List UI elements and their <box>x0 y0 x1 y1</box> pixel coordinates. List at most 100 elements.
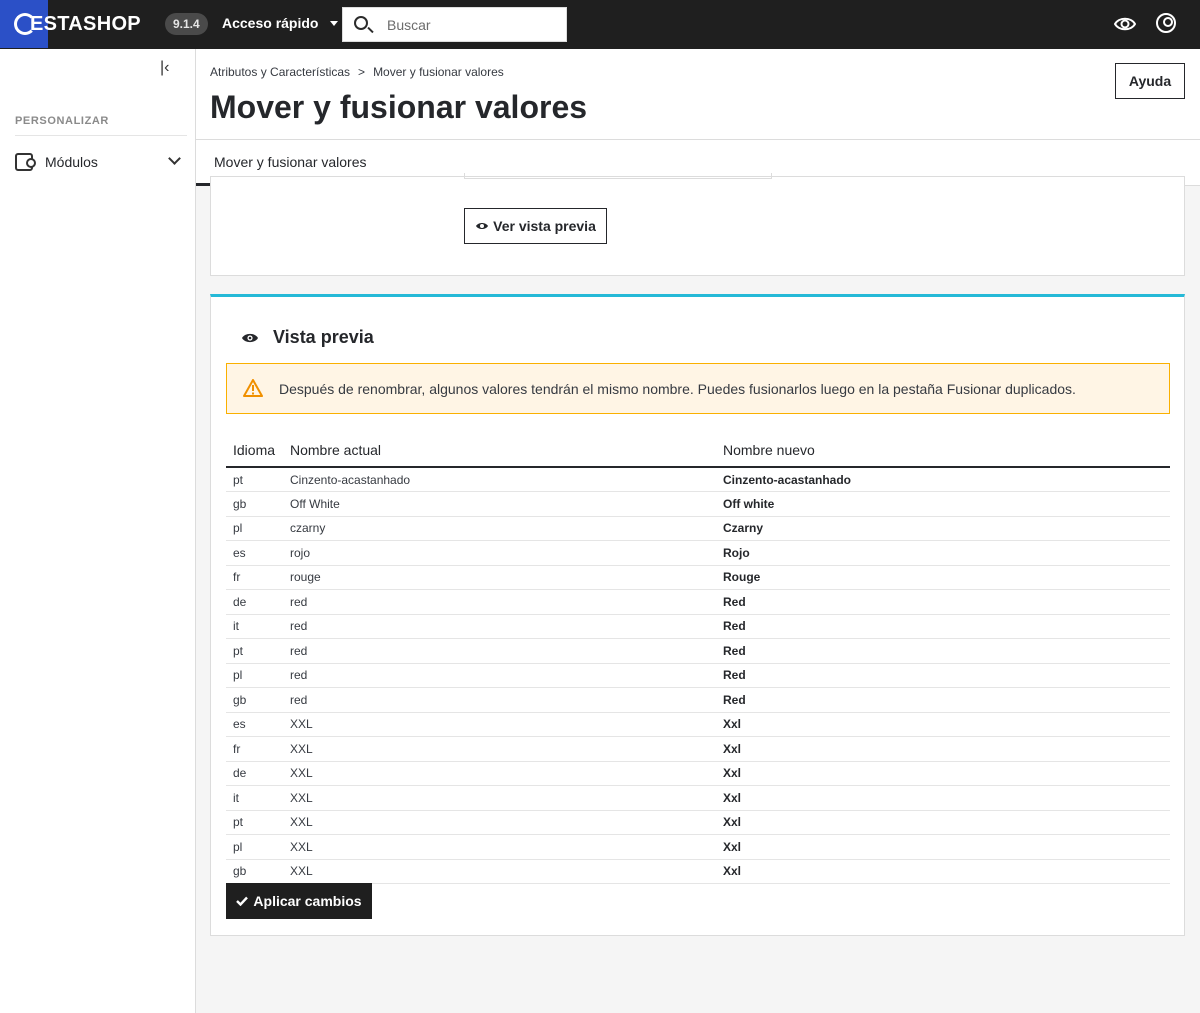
preview-button-label: Ver vista previa <box>493 218 596 234</box>
check-icon <box>236 896 249 906</box>
breadcrumb: Atributos y Características > Mover y fu… <box>210 65 504 79</box>
cell-language: gb <box>226 687 283 713</box>
cell-language: pl <box>226 834 283 860</box>
preview-card: Vista previa Después de renombrar, algun… <box>210 294 1185 936</box>
sidebar-item-modules[interactable]: Módulos <box>15 150 185 174</box>
table-body: pt Cinzento-acastanhado Cinzento-acastanha… <box>226 467 1170 884</box>
cell-new-name: Off white <box>716 491 1170 517</box>
cell-current-name: red <box>283 638 716 664</box>
cell-language: de <box>226 761 283 786</box>
sidebar-divider <box>15 135 187 136</box>
sidebar-item-label: Módulos <box>45 154 98 170</box>
cell-current-name: red <box>283 589 716 615</box>
user-account-icon[interactable] <box>1156 13 1176 33</box>
cell-new-name: Xxl <box>716 810 1170 835</box>
cell-current-name: XXL <box>283 712 716 737</box>
cell-current-name: Off White <box>283 491 716 517</box>
table-row: es rojo Rojo <box>226 540 1170 566</box>
version-badge: 9.1.4 <box>165 13 208 35</box>
breadcrumb-link[interactable]: Atributos y Características <box>210 65 350 79</box>
cell-current-name: red <box>283 663 716 688</box>
eye-icon <box>476 223 489 229</box>
chevron-down-icon <box>168 152 181 165</box>
table-row: fr rouge Rouge <box>226 565 1170 590</box>
cell-language: fr <box>226 565 283 590</box>
cell-current-name: Cinzento-acastanhado <box>283 467 716 492</box>
cell-language: gb <box>226 491 283 517</box>
quick-access-button[interactable]: Acceso rápido <box>222 15 339 31</box>
page-header: Atributos y Características > Mover y fu… <box>196 49 1200 140</box>
cell-new-name: Cinzento-acastanhado <box>716 467 1170 492</box>
cell-new-name: Red <box>716 589 1170 615</box>
column-header-new-name: Nombre nuevo <box>716 433 1170 468</box>
cell-new-name: Red <box>716 638 1170 664</box>
search-box[interactable] <box>342 7 567 42</box>
sidebar: |‹ PERSONALIZAR Módulos <box>0 49 196 1013</box>
cell-current-name: XXL <box>283 736 716 762</box>
cell-new-name: Red <box>716 663 1170 688</box>
cell-new-name: Xxl <box>716 736 1170 762</box>
cell-current-name: XXL <box>283 859 716 884</box>
cell-language: pt <box>226 638 283 664</box>
cell-current-name: XXL <box>283 785 716 811</box>
warning-icon <box>243 379 263 397</box>
eye-icon <box>242 333 258 342</box>
cell-new-name: Xxl <box>716 834 1170 860</box>
cell-current-name: rouge <box>283 565 716 590</box>
breadcrumb-separator: > <box>358 65 366 79</box>
column-header-current-name: Nombre actual <box>283 433 716 468</box>
cell-current-name: XXL <box>283 834 716 860</box>
cell-language: fr <box>226 736 283 762</box>
table-row: pl XXL Xxl <box>226 834 1170 860</box>
cell-language: es <box>226 712 283 737</box>
sidebar-section-title: PERSONALIZAR <box>15 115 109 127</box>
search-input[interactable] <box>387 14 557 36</box>
cell-language: pt <box>226 467 283 492</box>
cell-current-name: red <box>283 687 716 713</box>
eye-icon[interactable] <box>1114 15 1136 33</box>
cell-language: de <box>226 589 283 615</box>
table-row: pt XXL Xxl <box>226 810 1170 835</box>
page-title: Mover y fusionar valores <box>210 89 588 125</box>
table-row: pl czarny Czarny <box>226 516 1170 541</box>
cell-new-name: Xxl <box>716 785 1170 811</box>
main-content: Ver vista previa Vista previa Después de… <box>196 173 1200 1013</box>
column-header-language: Idioma <box>226 433 283 468</box>
cell-new-name: Rojo <box>716 540 1170 566</box>
cell-new-name: Xxl <box>716 859 1170 884</box>
top-bar: ESTASHOP 9.1.4 Acceso rápido <box>0 0 1200 49</box>
preview-title: Vista previa <box>273 327 374 347</box>
table-row: pl red Red <box>226 663 1170 688</box>
table-row: gb Off White Off white <box>226 491 1170 517</box>
cell-current-name: XXL <box>283 810 716 835</box>
collapse-sidebar-icon[interactable]: |‹ <box>160 59 178 76</box>
apply-button-label: Aplicar cambios <box>253 893 362 909</box>
cell-current-name: red <box>283 614 716 639</box>
breadcrumb-current: Mover y fusionar valores <box>373 65 504 79</box>
cell-language: pt <box>226 810 283 835</box>
apply-changes-button[interactable]: Aplicar cambios <box>226 883 372 919</box>
table-row: fr XXL Xxl <box>226 736 1170 762</box>
preview-button[interactable]: Ver vista previa <box>464 208 607 244</box>
table-header-row: Idioma Nombre actual Nombre nuevo <box>226 433 1170 468</box>
table-row: gb XXL Xxl <box>226 859 1170 884</box>
cell-new-name: Rouge <box>716 565 1170 590</box>
table-row: gb red Red <box>226 687 1170 713</box>
cell-current-name: czarny <box>283 516 716 541</box>
cell-new-name: Czarny <box>716 516 1170 541</box>
help-button[interactable]: Ayuda <box>1115 63 1185 99</box>
table-row: pt red Red <box>226 638 1170 664</box>
table-row: de red Red <box>226 589 1170 615</box>
cell-new-name: Red <box>716 614 1170 639</box>
form-field[interactable] <box>464 173 772 179</box>
cell-language: it <box>226 614 283 639</box>
form-card: Ver vista previa <box>210 173 1185 276</box>
cell-new-name: Red <box>716 687 1170 713</box>
puzzle-icon <box>15 153 36 171</box>
search-icon <box>354 16 368 30</box>
warning-alert: Después de renombrar, algunos valores te… <box>226 363 1170 414</box>
preview-card-header: Vista previa <box>241 327 374 348</box>
cell-language: it <box>226 785 283 811</box>
cell-current-name: rojo <box>283 540 716 566</box>
caret-down-icon <box>330 20 339 26</box>
